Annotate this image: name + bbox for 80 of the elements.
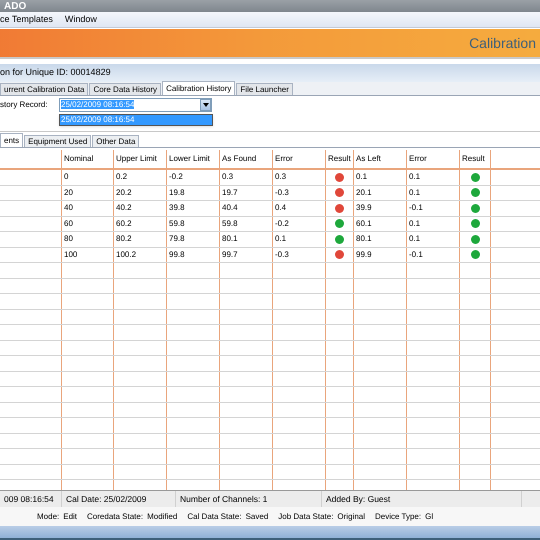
table-cell: 0.4	[275, 202, 286, 214]
table-cell: 100	[64, 248, 78, 261]
tab[interactable]: Other Data	[92, 135, 140, 147]
table-cell: -0.1	[409, 202, 423, 214]
status-label: Coredata State:	[87, 510, 144, 522]
table-cell: 20.1	[356, 186, 372, 199]
column-header[interactable]: Error	[275, 153, 293, 165]
table-cell: 59.8	[222, 218, 238, 230]
table-cell: 0.1	[409, 233, 420, 246]
column-header[interactable]: As Left	[356, 153, 381, 165]
column-header[interactable]: Error	[409, 153, 427, 165]
table-cell: 0.1	[409, 218, 420, 230]
status-label: Cal Data State:	[187, 510, 242, 522]
table-cell: 0.1	[275, 233, 286, 246]
table-cell: 60.1	[356, 218, 372, 230]
table-cell: -0.2	[169, 171, 183, 184]
status-label: Device Type:	[375, 510, 422, 522]
table-cell: 0.2	[116, 171, 128, 184]
tab[interactable]: Calibration History	[162, 81, 236, 95]
table-cell: -0.3	[275, 186, 289, 199]
tab[interactable]: urrent Calibration Data	[0, 83, 88, 95]
column-header[interactable]: Nominal	[64, 153, 94, 165]
table-cell: 0.1	[409, 171, 420, 184]
table-cell: 0	[64, 171, 68, 184]
tab[interactable]: File Launcher	[236, 83, 293, 95]
column-header[interactable]: Result	[462, 153, 485, 165]
table-cell: 40	[64, 202, 73, 214]
table-cell: 0.3	[222, 171, 234, 184]
table-cell: 40.2	[116, 202, 132, 214]
table-cell: 0.3	[275, 171, 286, 184]
tab[interactable]: Equipment Used	[24, 135, 92, 147]
status-value: Original	[337, 510, 365, 522]
tab[interactable]: Core Data History	[89, 83, 162, 95]
status-value: Edit	[63, 510, 78, 522]
header-title: on for Unique ID: 00014829	[0, 66, 111, 80]
window-title: ADO	[4, 0, 26, 14]
column-header[interactable]: Result	[328, 153, 351, 165]
table-cell: 0.1	[409, 186, 420, 199]
column-header[interactable]: Lower Limit	[169, 153, 210, 165]
table-cell: 19.7	[222, 186, 238, 199]
info-text: Cal Date: 25/02/2009	[66, 492, 146, 506]
info-text: Added By: Guest	[326, 492, 390, 506]
status-value: Saved	[246, 510, 268, 522]
field-label: story Record:	[0, 99, 49, 111]
table-cell: 80	[64, 233, 73, 246]
menu-item[interactable]: Window	[64, 12, 97, 26]
table-cell: 80.1	[222, 233, 238, 246]
table-cell: 79.8	[169, 233, 185, 246]
table-cell: 40.4	[222, 202, 238, 214]
table-cell: 100.2	[116, 248, 136, 261]
table-cell: 60.2	[116, 218, 132, 230]
table-cell: -0.1	[409, 248, 423, 261]
table-cell: 59.8	[169, 218, 185, 230]
table-cell: -0.2	[275, 218, 289, 230]
info-text: 009 08:16:54	[4, 492, 54, 506]
status-label: Mode:	[37, 510, 60, 522]
menu-item[interactable]: ce Templates	[0, 12, 53, 26]
table-cell: 19.8	[169, 186, 185, 199]
caret-icon	[202, 103, 208, 107]
table-cell: 0.1	[356, 171, 368, 184]
table-cell: 99.7	[222, 248, 238, 261]
table-cell: 39.9	[356, 202, 372, 214]
table-cell: 20	[64, 186, 73, 199]
table-cell: 80.2	[116, 233, 132, 246]
banner-title: Calibration	[469, 34, 536, 52]
column-header[interactable]: As Found	[222, 153, 256, 165]
table-cell: 60	[64, 218, 73, 230]
table-cell: -0.3	[275, 248, 289, 261]
column-header[interactable]: Upper Limit	[116, 153, 157, 165]
table-cell: 20.2	[116, 186, 132, 199]
status-value: Modified	[147, 510, 178, 522]
tab[interactable]: ents	[0, 133, 24, 147]
table-cell: 99.8	[169, 248, 185, 261]
status-value: Gl	[425, 510, 434, 522]
table-cell: 80.1	[356, 233, 372, 246]
dropdown-button[interactable]	[200, 99, 211, 111]
status-label: Job Data State:	[278, 510, 334, 522]
table-cell: 99.9	[356, 248, 372, 261]
info-text: Number of Channels: 1	[180, 492, 268, 506]
table-cell: 39.8	[169, 202, 185, 214]
